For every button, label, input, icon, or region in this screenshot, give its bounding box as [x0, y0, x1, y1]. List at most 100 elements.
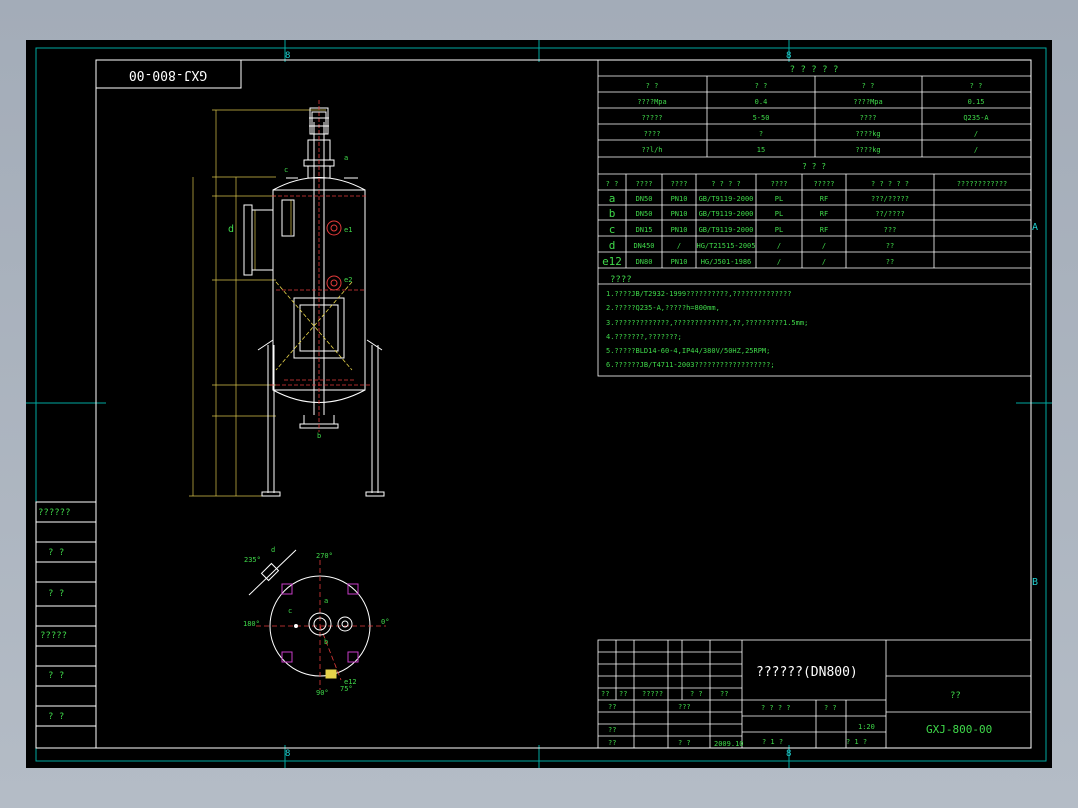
nozzle-header: ????: [671, 180, 688, 188]
nozzle-cell: PN10: [671, 258, 688, 266]
zone-mark-bottom-1: 8: [285, 749, 290, 759]
nozzle-cell: HG/T21515-2005: [696, 242, 755, 250]
label-b: b: [317, 432, 321, 440]
label-a: a: [344, 154, 348, 162]
param-cell: /: [974, 130, 978, 138]
nozzle-title: ? ? ?: [802, 162, 826, 171]
note-item: 1.????JB/T2932-1999??????????,??????????…: [606, 290, 791, 298]
note-item: 4.???????,???????;: [606, 333, 682, 341]
notes-block: ???? 1.????JB/T2932-1999??????????,?????…: [606, 275, 808, 369]
tb-cell: ? ?: [678, 739, 691, 747]
tb-cell: ? 1 ?: [846, 738, 867, 746]
nozzle-header: ????: [636, 180, 653, 188]
nozzle-mark: a: [609, 192, 616, 205]
param-cell: ????Mpa: [637, 98, 667, 106]
label-plan-e12: e12: [344, 678, 357, 686]
label-e1: e1: [344, 226, 352, 234]
plan-view: [248, 549, 386, 690]
nozzle-header: ? ? ? ?: [711, 180, 741, 188]
zone-a: A: [1032, 222, 1038, 233]
nozzle-cell: PN10: [671, 210, 688, 218]
param-cell: ??l/h: [641, 146, 662, 154]
nozzle-cell: PL: [775, 210, 783, 218]
notes-title: ????: [610, 275, 632, 285]
code-box-text: GXJ-800-00: [129, 67, 207, 82]
param-cell: ????Mpa: [853, 98, 883, 106]
nozzle-mark: c: [609, 223, 616, 236]
param-h1: ? ?: [646, 82, 659, 90]
note-item: 5.?????BLD14-60-4,IP44/380V/50HZ,25RPM;: [606, 347, 770, 355]
tb-cell: ??: [619, 690, 627, 698]
param-cell: ????: [644, 130, 661, 138]
nozzle-header: ????: [771, 180, 788, 188]
param-title: ? ? ? ? ?: [790, 65, 839, 75]
label-plan-b: b: [324, 638, 328, 646]
side-row-5: ? ?: [48, 671, 64, 681]
tb-cell: ??: [608, 739, 616, 747]
label-0: 0°: [381, 618, 389, 626]
nozzle-cell: ??: [886, 258, 894, 266]
title-block-text: ??????(DN800) ?? GXJ-800-00 1:20 2009.10…: [601, 665, 992, 748]
param-cell: 0.15: [968, 98, 985, 106]
tb-cell: ? ? ? ?: [761, 704, 791, 712]
param-cell: 5-50: [753, 114, 770, 122]
side-row-1: ??????: [38, 508, 71, 518]
param-cell: 15: [757, 146, 765, 154]
side-row-6: ? ?: [48, 712, 64, 722]
nozzle-header: ? ? ? ? ?: [871, 180, 909, 188]
tb-cell: ??: [720, 690, 728, 698]
tb-cell: ??: [608, 726, 616, 734]
label-180: 180°: [243, 620, 260, 628]
nozzle-cell: ???: [884, 226, 897, 234]
nozzle-cell: PN10: [671, 195, 688, 203]
nozzle-cell: GB/T9119-2000: [699, 226, 754, 234]
side-row-4: ?????: [40, 631, 67, 641]
company-name: ??: [950, 691, 961, 701]
tb-cell: ??: [601, 690, 609, 698]
drawing-code: GXJ-800-00: [926, 723, 992, 736]
nozzle-header: ? ?: [606, 180, 619, 188]
tb-cell: ? 1 ?: [762, 738, 783, 746]
side-table: [35, 501, 97, 749]
plan-labels: 235° 270° 180° 0° 90° 75° d c a b e12: [243, 546, 389, 697]
param-h2: ? ?: [755, 82, 768, 90]
note-item: 6.??????JB/T4711-2003??????????????????;: [606, 361, 775, 369]
nozzle-cell: ???/?????: [871, 195, 909, 203]
label-plan-c: c: [288, 607, 292, 615]
side-row-2: ? ?: [48, 548, 64, 558]
nozzle-cell: RF: [820, 195, 828, 203]
label-235: 235°: [244, 556, 261, 564]
param-table-text: ? ? ? ? ? ? ? ? ? ? ? ? ? ????Mpa 0.4 ??…: [602, 65, 1007, 268]
nozzle-cell: DN50: [636, 210, 653, 218]
param-cell: ????kg: [855, 130, 880, 138]
zone-b: B: [1032, 577, 1038, 588]
param-cell: ?????: [641, 114, 662, 122]
drawing-name: ??????(DN800): [756, 665, 858, 680]
nozzle-mark: e12: [602, 255, 622, 268]
param-table: [597, 59, 1032, 377]
drawing-sheet: 8 8 8 8 A B GXJ-800-00 ?????? ? ? ? ? ??…: [26, 40, 1052, 768]
outer-frame: [26, 40, 1052, 768]
nozzle-cell: PL: [775, 226, 783, 234]
nozzle-cell: DN15: [636, 226, 653, 234]
nozzle-cell: GB/T9119-2000: [699, 210, 754, 218]
nozzle-header: ????????????: [957, 180, 1008, 188]
param-cell: /: [974, 146, 978, 154]
param-cell: ????: [860, 114, 877, 122]
nozzle-cell: PN10: [671, 226, 688, 234]
label-c: c: [284, 166, 288, 174]
scale-value: 1:20: [858, 723, 875, 731]
param-h3: ? ?: [862, 82, 875, 90]
elevation-view: [189, 100, 385, 497]
nozzle-cell: RF: [820, 226, 828, 234]
param-cell: 0.4: [755, 98, 768, 106]
nozzle-cell: DN80: [636, 258, 653, 266]
side-row-3: ? ?: [48, 589, 64, 599]
nozzle-cell: ??/????: [875, 210, 905, 218]
label-plan-d: d: [271, 546, 275, 554]
zone-mark-bottom-2: 8: [786, 749, 791, 759]
param-h4: ? ?: [970, 82, 983, 90]
nozzle-cell: HG/J501-1986: [701, 258, 752, 266]
nozzle-cell: ??: [886, 242, 894, 250]
param-cell: ?: [759, 130, 763, 138]
